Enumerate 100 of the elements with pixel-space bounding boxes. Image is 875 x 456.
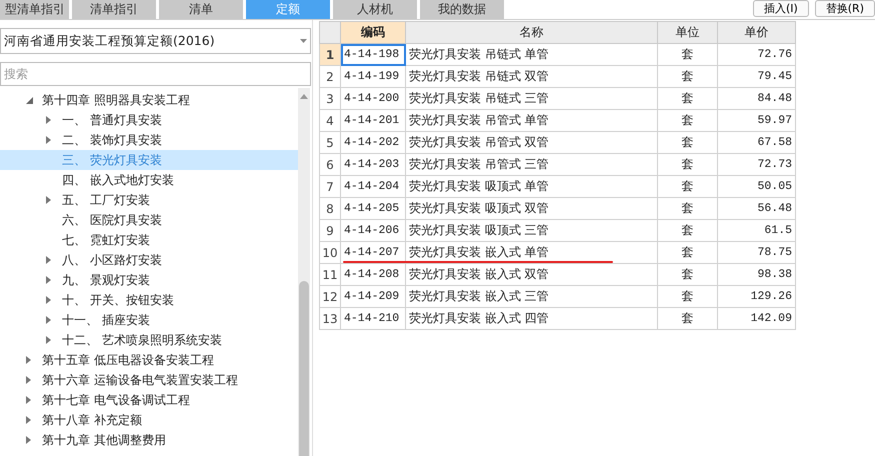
column-header: 名称 bbox=[406, 22, 658, 44]
collapse-icon[interactable] bbox=[26, 96, 33, 104]
table-cell: 套 bbox=[658, 264, 718, 286]
tab[interactable]: 型清单指引 bbox=[0, 0, 69, 19]
table-cell: 套 bbox=[658, 88, 718, 110]
expand-icon[interactable] bbox=[46, 316, 51, 324]
tree-item[interactable]: 十一、 插座安装 bbox=[0, 310, 298, 330]
row-number: 11 bbox=[320, 264, 340, 286]
table-cell: 荧光灯具安装 嵌入式 单管 bbox=[406, 242, 658, 264]
table-cell: 套 bbox=[658, 198, 718, 220]
tree-item[interactable]: 五、 工厂灯安装 bbox=[0, 190, 298, 210]
column-header: 单价 bbox=[718, 22, 796, 44]
table-cell: 50.05 bbox=[718, 176, 796, 198]
expand-icon[interactable] bbox=[46, 336, 51, 344]
row-number: 7 bbox=[320, 176, 340, 198]
tree-item[interactable]: 六、 医院灯具安装 bbox=[0, 210, 298, 230]
tree-item[interactable]: 四、 嵌入式地灯安装 bbox=[0, 170, 298, 190]
tab[interactable]: 清单指引 bbox=[72, 0, 156, 19]
table-cell: 荧光灯具安装 吸顶式 双管 bbox=[406, 198, 658, 220]
tab[interactable]: 人材机 bbox=[333, 0, 417, 19]
table-cell: 98.38 bbox=[718, 264, 796, 286]
tree-item[interactable]: 第十四章 照明器具安装工程 bbox=[0, 90, 298, 110]
row-number: 10 bbox=[320, 242, 340, 264]
scroll-thumb[interactable] bbox=[299, 281, 309, 456]
table-cell: 4-14-202 bbox=[340, 132, 406, 154]
tree-item[interactable]: 七、 霓虹灯安装 bbox=[0, 230, 298, 250]
table-cell: 142.09 bbox=[718, 308, 796, 330]
row-number: 8 bbox=[320, 198, 340, 220]
tree-item[interactable]: 二、 装饰灯具安装 bbox=[0, 130, 298, 150]
scroll-up-icon[interactable] bbox=[300, 94, 308, 99]
action-button[interactable]: 插入(I) bbox=[752, 0, 809, 17]
table-cell: 荧光灯具安装 吸顶式 单管 bbox=[406, 176, 658, 198]
table-cell: 61.5 bbox=[718, 220, 796, 242]
table-cell: 72.73 bbox=[718, 154, 796, 176]
expand-icon[interactable] bbox=[26, 436, 31, 444]
search-field[interactable]: 搜索 bbox=[0, 62, 311, 86]
row-number: 4 bbox=[320, 110, 340, 132]
table-cell: 套 bbox=[658, 308, 718, 330]
scrollbar[interactable] bbox=[298, 88, 310, 456]
row-number: 5 bbox=[320, 132, 340, 154]
table-cell: 套 bbox=[658, 44, 718, 66]
action-button[interactable]: 替换(R) bbox=[814, 0, 875, 17]
expand-icon[interactable] bbox=[46, 296, 51, 304]
expand-icon[interactable] bbox=[26, 356, 31, 364]
table-cell: 套 bbox=[658, 154, 718, 176]
tree-item[interactable]: 十、 开关、按钮安装 bbox=[0, 290, 298, 310]
library-dropdown[interactable]: 河南省通用安装工程预算定额(2016) bbox=[0, 28, 311, 54]
table-cell: 4-14-204 bbox=[340, 176, 406, 198]
table-cell: 4-14-200 bbox=[340, 88, 406, 110]
table-cell: 荧光灯具安装 嵌入式 三管 bbox=[406, 286, 658, 308]
tree-item[interactable]: 第十八章 补充定额 bbox=[0, 410, 298, 430]
row-number: 2 bbox=[320, 66, 340, 88]
expand-icon[interactable] bbox=[26, 396, 31, 404]
tab[interactable]: 我的数据 bbox=[420, 0, 504, 19]
expand-icon[interactable] bbox=[46, 136, 51, 144]
table-cell: 荧光灯具安装 嵌入式 四管 bbox=[406, 308, 658, 330]
table-cell: 荧光灯具安装 嵌入式 双管 bbox=[406, 264, 658, 286]
dropdown-caret-icon bbox=[300, 39, 307, 43]
table-cell: 套 bbox=[658, 176, 718, 198]
tree-item[interactable]: 第十七章 电气设备调试工程 bbox=[0, 390, 298, 410]
table-cell: 荧光灯具安装 吊链式 单管 bbox=[406, 44, 658, 66]
expand-icon[interactable] bbox=[46, 196, 51, 204]
row-number: 6 bbox=[320, 154, 340, 176]
row-number: 12 bbox=[320, 286, 340, 308]
table-cell: 荧光灯具安装 吊管式 双管 bbox=[406, 132, 658, 154]
table-cell: 4-14-208 bbox=[340, 264, 406, 286]
tree-item[interactable]: 九、 景观灯安装 bbox=[0, 270, 298, 290]
expand-icon[interactable] bbox=[46, 256, 51, 264]
row-number: 1 bbox=[320, 44, 340, 66]
table-cell: 荧光灯具安装 吊链式 双管 bbox=[406, 66, 658, 88]
column-header: 单位 bbox=[658, 22, 718, 44]
table-cell: 59.97 bbox=[718, 110, 796, 132]
tree-item[interactable]: 八、 小区路灯安装 bbox=[0, 250, 298, 270]
table-cell: 4-14-199 bbox=[340, 66, 406, 88]
tree-item[interactable]: 十二、 艺术喷泉照明系统安装 bbox=[0, 330, 298, 350]
table-cell: 56.48 bbox=[718, 198, 796, 220]
table-cell: 套 bbox=[658, 132, 718, 154]
tree-item[interactable]: 第十五章 低压电器设备安装工程 bbox=[0, 350, 298, 370]
tab[interactable]: 清单 bbox=[159, 0, 243, 19]
row-number: 9 bbox=[320, 220, 340, 242]
table-cell: 4-14-203 bbox=[340, 154, 406, 176]
expand-icon[interactable] bbox=[26, 376, 31, 384]
table-cell: 4-14-210 bbox=[340, 308, 406, 330]
table-cell: 套 bbox=[658, 110, 718, 132]
expand-icon[interactable] bbox=[46, 116, 51, 124]
tree-item[interactable]: 第十九章 其他调整费用 bbox=[0, 430, 298, 450]
table-cell: 套 bbox=[658, 286, 718, 308]
table-cell: 4-14-209 bbox=[340, 286, 406, 308]
table-cell: 套 bbox=[658, 242, 718, 264]
expand-icon[interactable] bbox=[46, 276, 51, 284]
row-number: 13 bbox=[320, 308, 340, 330]
tree-item[interactable]: 一、 普通灯具安装 bbox=[0, 110, 298, 130]
expand-icon[interactable] bbox=[26, 416, 31, 424]
table-cell: 78.75 bbox=[718, 242, 796, 264]
tree-item[interactable]: 第十六章 运输设备电气装置安装工程 bbox=[0, 370, 298, 390]
table-cell: 72.76 bbox=[718, 44, 796, 66]
table-cell: 4-14-205 bbox=[340, 198, 406, 220]
table-cell: 4-14-198 bbox=[340, 44, 406, 66]
row-number: 3 bbox=[320, 88, 340, 110]
table-cell: 84.48 bbox=[718, 88, 796, 110]
